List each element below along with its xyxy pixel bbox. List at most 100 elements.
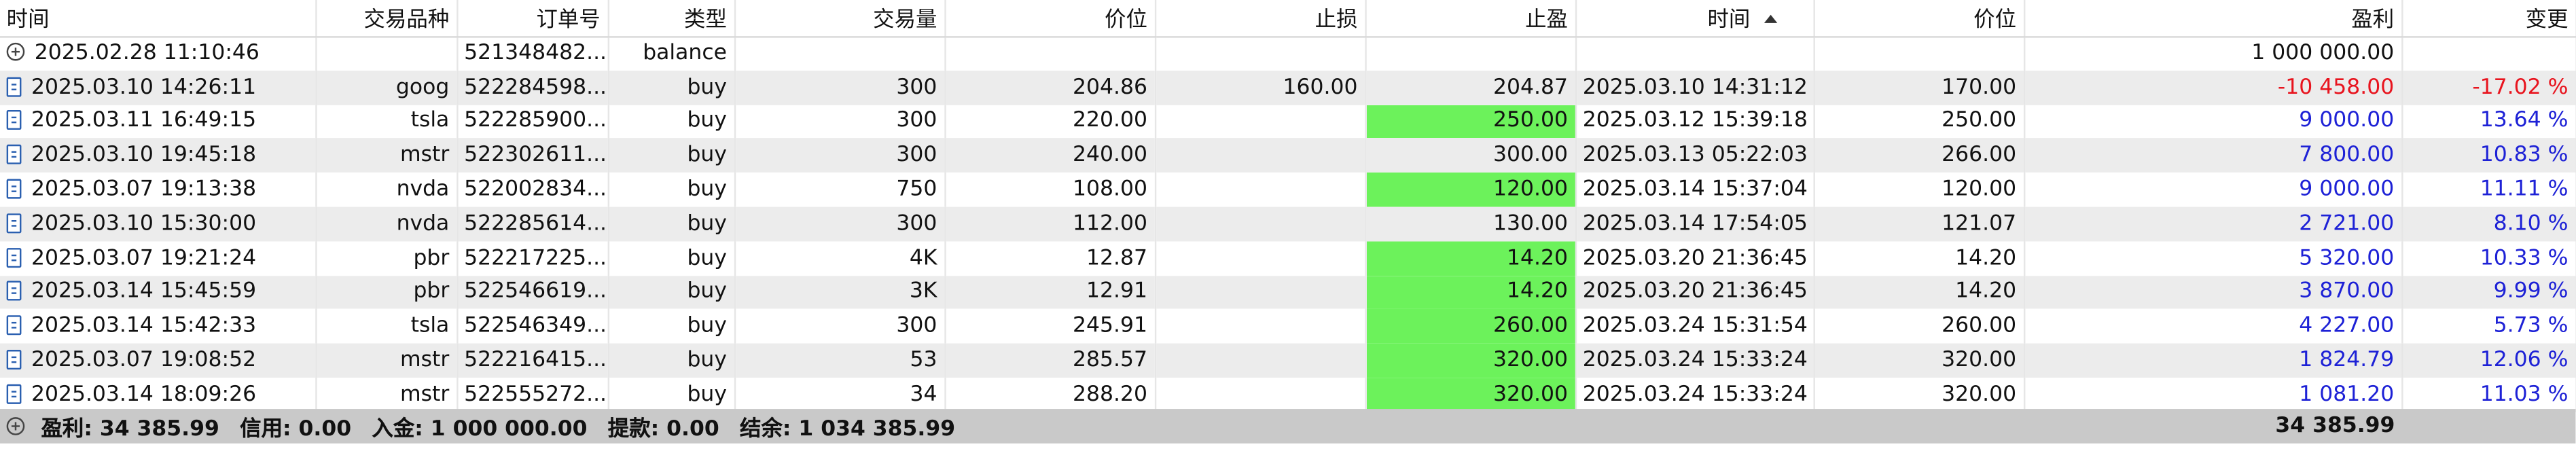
deal-document-icon[interactable] <box>6 145 22 165</box>
profit-cell: 2 721.00 <box>2023 206 2403 241</box>
deal-document-icon[interactable] <box>6 111 22 131</box>
close-price-cell: 121.07 <box>1813 206 2025 241</box>
close-time-cell: 2025.03.24 15:33:24 <box>1575 378 1814 412</box>
symbol-value: goog <box>395 75 450 100</box>
deal-document-icon[interactable] <box>6 281 22 302</box>
open-time-value: 2025.03.07 19:08:52 <box>31 348 257 374</box>
stop-loss-cell <box>1154 378 1366 412</box>
table-row[interactable]: 2025.03.07 19:13:38 nvda 522002834... buy 75… <box>0 173 2576 207</box>
table-body: 2025.02.28 11:10:46 521348482... balance 1 … <box>0 36 2576 412</box>
symbol-cell: pbr <box>315 275 458 310</box>
table-row[interactable]: 2025.02.28 11:10:46 521348482... balance 1 … <box>0 36 2576 71</box>
profit-cell: 4 227.00 <box>2023 309 2403 344</box>
change-value: 13.64 % <box>2480 109 2569 134</box>
open-time-cell: 2025.03.14 15:45:59 <box>0 275 317 310</box>
take-profit-value: 204.87 <box>1492 75 1568 100</box>
close-price-value: 260.00 <box>1942 314 2017 339</box>
price-cell: 288.20 <box>944 378 1156 412</box>
col-price[interactable]: 价位 <box>944 0 1156 37</box>
table-row[interactable]: 2025.03.14 15:42:33 tsla 522546349... buy 30… <box>0 309 2576 344</box>
order-cell: 522555272... <box>457 378 609 412</box>
deal-document-icon[interactable] <box>6 179 22 199</box>
volume-cell: 300 <box>734 206 946 241</box>
price-value: 204.86 <box>1072 75 1147 100</box>
order-cell: 521348482... <box>457 36 609 71</box>
summary-deposit: 入金: 1 000 000.00 <box>372 417 588 442</box>
volume-value: 300 <box>896 314 937 339</box>
col-volume[interactable]: 交易量 <box>734 0 946 37</box>
table-row[interactable]: 2025.03.10 15:30:00 nvda 522285614... buy 30… <box>0 206 2576 241</box>
deal-document-icon[interactable] <box>6 384 22 404</box>
close-price-value: 14.20 <box>1955 280 2017 305</box>
volume-cell: 3K <box>734 275 946 310</box>
table-row[interactable]: 2025.03.10 19:45:18 mstr 522302611... buy 30… <box>0 139 2576 173</box>
take-profit-cell <box>1365 36 1577 71</box>
change-cell: 8.10 % <box>2401 206 2576 241</box>
deal-document-icon[interactable] <box>6 213 22 234</box>
close-time-value: 2025.03.20 21:36:45 <box>1582 245 1808 271</box>
take-profit-cell: 260.00 <box>1365 309 1577 344</box>
summary-total-profit: 34 385.99 <box>2275 414 2395 439</box>
price-cell: 220.00 <box>944 104 1156 139</box>
table-row[interactable]: 2025.03.07 19:08:52 mstr 522216415... buy 53… <box>0 343 2576 378</box>
type-value: buy <box>687 382 727 408</box>
order-cell: 522217225... <box>457 240 609 276</box>
expand-icon[interactable] <box>6 43 25 61</box>
take-profit-cell: 320.00 <box>1365 378 1577 412</box>
table-row[interactable]: 2025.03.14 15:45:59 pbr 522546619... buy 3K 1… <box>0 275 2576 310</box>
col-order[interactable]: 订单号 <box>457 0 609 37</box>
order-value: 522284598... <box>464 75 607 100</box>
col-profit[interactable]: 盈利 <box>2023 0 2403 37</box>
table-row[interactable]: 2025.03.10 14:26:11 goog 522284598... buy 30… <box>0 70 2576 105</box>
profit-value: 7 800.00 <box>2299 143 2395 168</box>
profit-value: -10 458.00 <box>2277 75 2395 100</box>
table-row[interactable]: 2025.03.14 18:09:26 mstr 522555272... buy 34… <box>0 378 2576 412</box>
open-time-value: 2025.03.10 15:30:00 <box>31 211 257 236</box>
deal-document-icon[interactable] <box>6 76 22 96</box>
profit-value: 1 824.79 <box>2299 348 2395 374</box>
order-value: 522216415... <box>464 348 607 374</box>
symbol-value: pbr <box>413 280 450 305</box>
deal-document-icon[interactable] <box>6 247 22 268</box>
open-time-value: 2025.02.28 11:10:46 <box>34 41 260 67</box>
stop-loss-value: 160.00 <box>1283 75 1358 100</box>
volume-cell: 300 <box>734 309 946 344</box>
col-type[interactable]: 类型 <box>607 0 736 37</box>
table-row[interactable]: 2025.03.11 16:49:15 tsla 522285900... buy 30… <box>0 104 2576 139</box>
symbol-cell: nvda <box>315 173 458 207</box>
trade-history-window: 时间 交易品种 订单号 类型 交易量 价位 止损 止盈 时间 价位 盈利 变更 … <box>0 0 2576 444</box>
price-value: 112.00 <box>1072 211 1147 236</box>
open-time-cell: 2025.03.07 19:13:38 <box>0 173 317 207</box>
profit-value: 4 227.00 <box>2299 314 2395 339</box>
deal-document-icon[interactable] <box>6 315 22 336</box>
symbol-cell: mstr <box>315 139 458 173</box>
deal-document-icon[interactable] <box>6 350 22 370</box>
col-close-time[interactable]: 时间 <box>1575 0 1814 37</box>
order-value: 522285900... <box>464 109 607 134</box>
close-price-value: 320.00 <box>1942 348 2017 374</box>
type-value: buy <box>687 211 727 236</box>
take-profit-value: 300.00 <box>1492 143 1568 168</box>
col-close-price[interactable]: 价位 <box>1813 0 2025 37</box>
order-cell: 522546349... <box>457 309 609 344</box>
close-price-cell: 250.00 <box>1813 104 2025 139</box>
col-change[interactable]: 变更 <box>2401 0 2576 37</box>
order-cell: 522285614... <box>457 206 609 241</box>
price-value: 240.00 <box>1072 143 1147 168</box>
order-cell: 522285900... <box>457 104 609 139</box>
col-symbol[interactable]: 交易品种 <box>315 0 458 37</box>
change-cell: 10.83 % <box>2401 139 2576 173</box>
col-stop-loss[interactable]: 止损 <box>1154 0 1366 37</box>
open-time-cell: 2025.03.14 18:09:26 <box>0 378 317 412</box>
stop-loss-cell <box>1154 206 1366 241</box>
table-row[interactable]: 2025.03.07 19:21:24 pbr 522217225... buy 4K 1… <box>0 240 2576 276</box>
stop-loss-cell <box>1154 173 1366 207</box>
col-open-time[interactable]: 时间 <box>0 0 317 37</box>
order-cell: 522002834... <box>457 173 609 207</box>
close-time-value: 2025.03.13 05:22:03 <box>1582 143 1808 168</box>
expand-icon[interactable] <box>6 417 25 435</box>
open-time-value: 2025.03.07 19:13:38 <box>31 177 257 202</box>
volume-cell: 750 <box>734 173 946 207</box>
col-take-profit[interactable]: 止盈 <box>1365 0 1577 37</box>
take-profit-cell: 120.00 <box>1365 173 1577 207</box>
